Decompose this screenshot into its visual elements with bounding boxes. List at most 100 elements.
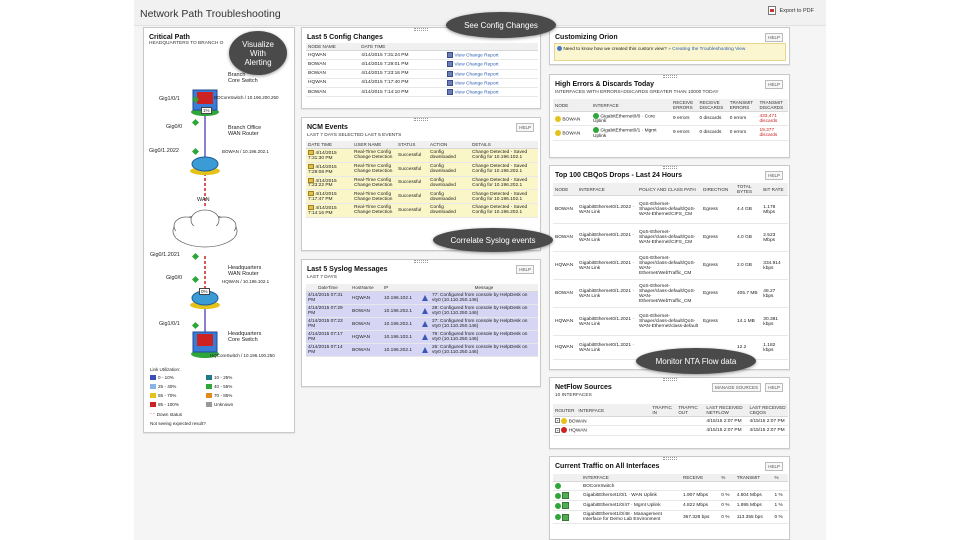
help-button[interactable]: HELP	[516, 123, 534, 132]
table-row[interactable]: 4/14/2015 07:23 PM BOWAN 10.196.202.1 27: C…	[306, 317, 538, 331]
iface-gig0-0-hq: Gig0/0	[166, 275, 183, 281]
table-row[interactable]: + HQWAN 4/15/15 2:07 PM 4/15/15 2:07 PM	[553, 425, 788, 436]
table-row[interactable]: 4/14/2015 7:17:47 PM Real-Time Config Cha…	[306, 189, 538, 205]
ncm-events-title: NCM Events	[307, 124, 348, 131]
page-title: Network Path Troubleshooting	[140, 8, 281, 20]
help-button[interactable]: HELP	[765, 171, 783, 180]
help-button[interactable]: HELP	[765, 33, 783, 42]
drag-handle[interactable]	[662, 75, 677, 78]
expand-icon[interactable]: +	[555, 427, 560, 433]
wan-label: WAN	[197, 197, 210, 203]
table-row[interactable]: 4/14/2015 7:31:30 PM Real-Time Config Cha…	[306, 148, 538, 163]
help-button[interactable]: HELP	[765, 80, 783, 89]
table-row[interactable]: 4/14/2015 7:14:16 PM Real-Time Config Cha…	[306, 203, 538, 218]
table-row: HQWAN 4/14/2015 7:17:40 PM View Change Re…	[306, 78, 538, 89]
interface-icon	[562, 513, 570, 521]
table-row[interactable]: 4/14/2015 7:29:08 PM Real-Time Config Cha…	[306, 162, 538, 177]
critical-path-panel: Critical Path HEADQUARTERS TO BRANCH O B…	[143, 27, 295, 433]
drag-handle[interactable]	[662, 166, 677, 169]
col-hostname: HostName	[350, 284, 382, 292]
visualize-callout: Visualize With Alerting	[229, 31, 287, 75]
col-message: Message	[430, 284, 538, 292]
table-row[interactable]: BOWAN GigabitEthernet0/1 · Mgmt Uplink 9 …	[553, 125, 788, 141]
view-change-report-link[interactable]: View Change Report	[454, 63, 498, 68]
help-button[interactable]: HELP	[765, 383, 783, 392]
view-change-report-link[interactable]: View Change Report	[454, 90, 498, 95]
customizing-title: Customizing Orion	[555, 34, 618, 41]
drag-handle[interactable]	[662, 457, 677, 460]
table-row[interactable]: BOWAN GigabitEthernet0/0 · Core Uplink 9 …	[553, 111, 788, 127]
table-row[interactable]: 4/14/2015 7:23:22 PM Real-Time Config Cha…	[306, 176, 538, 191]
table-row[interactable]: BOWAN GigabitEthernet0/1.2022 · WAN Link Q…	[553, 195, 788, 224]
expand-icon[interactable]: +	[555, 418, 560, 424]
legend-item: 55 - 70%	[150, 393, 176, 398]
legend-swatch	[150, 384, 156, 389]
view-change-report-link[interactable]: View Change Report	[454, 53, 498, 58]
table-row[interactable]: BOWAN GigabitEthernet0/1.2021 · WAN Link Q…	[553, 279, 788, 308]
customizing-panel: Customizing Orion HELP Need to know how …	[549, 27, 790, 65]
branch-core-ip: BOCoreSwitch / 10.196.200.250	[214, 95, 279, 100]
col-interface: INTERFACE	[591, 99, 671, 112]
export-pdf-button[interactable]: Export to PDF	[768, 6, 814, 15]
report-icon	[447, 52, 454, 58]
col-status: STATUS	[396, 141, 428, 149]
col-receive-errors: RECEIVE ERRORS	[671, 99, 698, 112]
table-row[interactable]: HQWAN GigabitEthernet0/1.2021 · WAN Link Q…	[553, 251, 788, 280]
message-icon	[308, 177, 314, 183]
legend-swatch	[150, 375, 156, 380]
col-transmit: TRANSMIT	[734, 474, 773, 482]
netflow-title: NetFlow Sources	[555, 384, 612, 391]
severity-icon	[422, 294, 428, 301]
col-bit-rate: BIT RATE	[761, 183, 788, 196]
table-row[interactable]: GigabitEthernet1/0/48 · Management Inter…	[553, 510, 788, 525]
table-row[interactable]: 4/14/2015 07:31 PM HQWAN 10.196.102.1 77: C…	[306, 291, 538, 305]
table-row[interactable]: BOWAN GigabitEthernet0/1.2021 · WAN Link Q…	[553, 223, 788, 252]
creating-view-link[interactable]: » Creating the Troubleshooting View	[668, 47, 745, 52]
current-traffic-table: INTERFACE RECEIVE % TRANSMIT % BOCoreSwi…	[553, 474, 788, 525]
table-row[interactable]: + BOWAN 4/15/15 2:07 PM 4/15/15 2:07 PM	[553, 416, 788, 427]
view-change-report-link[interactable]: View Change Report	[454, 81, 498, 86]
legend-item: 0 - 10%	[150, 375, 174, 380]
cbqos-table: NODE INTERFACE POLICY AND CLASS PATH DIR…	[553, 183, 788, 360]
table-row[interactable]: 4/14/2015 07:17 PM HQWAN 10.196.102.1 76: C…	[306, 330, 538, 344]
ncm-events-subtitle: LAST 7 DAYS SELECTED LAST 5 EVENTS	[307, 133, 402, 138]
table-row[interactable]: 4/14/2015 07:29 PM BOWAN 10.196.202.1 28: C…	[306, 304, 538, 318]
drag-handle[interactable]	[662, 378, 677, 381]
table-row: HQWAN 4/14/2015 7:31:24 PM View Change Re…	[306, 50, 538, 61]
not-seeing-link[interactable]: Not seeing expected result?	[150, 421, 206, 426]
high-errors-title: High Errors & Discards Today	[555, 81, 655, 88]
view-change-report-link[interactable]: View Change Report	[454, 72, 498, 77]
col-interface: INTERFACE	[581, 474, 681, 482]
message-icon	[308, 205, 314, 211]
table-row[interactable]: HQWAN GigabitEthernet0/1.2021 · WAN Link Q…	[553, 307, 788, 336]
report-icon	[447, 79, 454, 86]
hq-core-name: Headquarters Core Switch	[228, 331, 262, 343]
drag-handle[interactable]	[414, 260, 428, 263]
col-date-time: DATE TIME	[306, 141, 352, 149]
col-policy: POLICY AND CLASS PATH	[637, 183, 701, 196]
help-button[interactable]: HELP	[516, 265, 534, 274]
legend-item: 85 - 100%	[150, 402, 179, 407]
legend-item: 40 - 55%	[206, 384, 232, 389]
drag-handle[interactable]	[414, 28, 428, 31]
current-traffic-title: Current Traffic on All Interfaces	[555, 463, 660, 470]
report-icon	[447, 61, 454, 68]
config-changes-panel: Last 5 Config Changes NODE NAME DATE TIM…	[301, 27, 541, 109]
col-last-cbqos: LAST RECEIVED CBQOS	[747, 404, 788, 417]
current-traffic-panel: Current Traffic on All Interfaces HELP I…	[549, 456, 790, 540]
col-date-time: DATE TIME	[359, 43, 446, 51]
legend-swatch	[206, 393, 212, 398]
table-row[interactable]: 4/14/2015 07:14 PM BOWAN 10.196.202.1 26: C…	[306, 343, 538, 357]
node-group-row[interactable]: BOCoreSwitch	[553, 481, 788, 492]
wan-cloud-icon	[172, 209, 238, 248]
config-changes-table: NODE NAME DATE TIME HQWAN 4/14/2015 7:31:…	[306, 43, 538, 98]
ncm-events-table: DATE TIME USER NAME STATUS ACTION DETAIL…	[306, 141, 538, 218]
branch-router-name: Branch Office WAN Router	[228, 125, 262, 137]
table-row[interactable]: GigabitEthernet1/0/1 · WAN Uplink 1.907 M…	[553, 490, 788, 502]
manage-sources-button[interactable]: MANAGE SOURCES	[711, 383, 761, 392]
table-row[interactable]: GigabitEthernet1/0/47 · Mgmt Uplink 4.822…	[553, 500, 788, 512]
help-button[interactable]: HELP	[765, 462, 783, 471]
drag-handle[interactable]	[414, 118, 428, 121]
syslog-table: DateTime HostName IP Message 4/14/2015 0…	[306, 284, 538, 357]
info-icon	[557, 46, 562, 51]
